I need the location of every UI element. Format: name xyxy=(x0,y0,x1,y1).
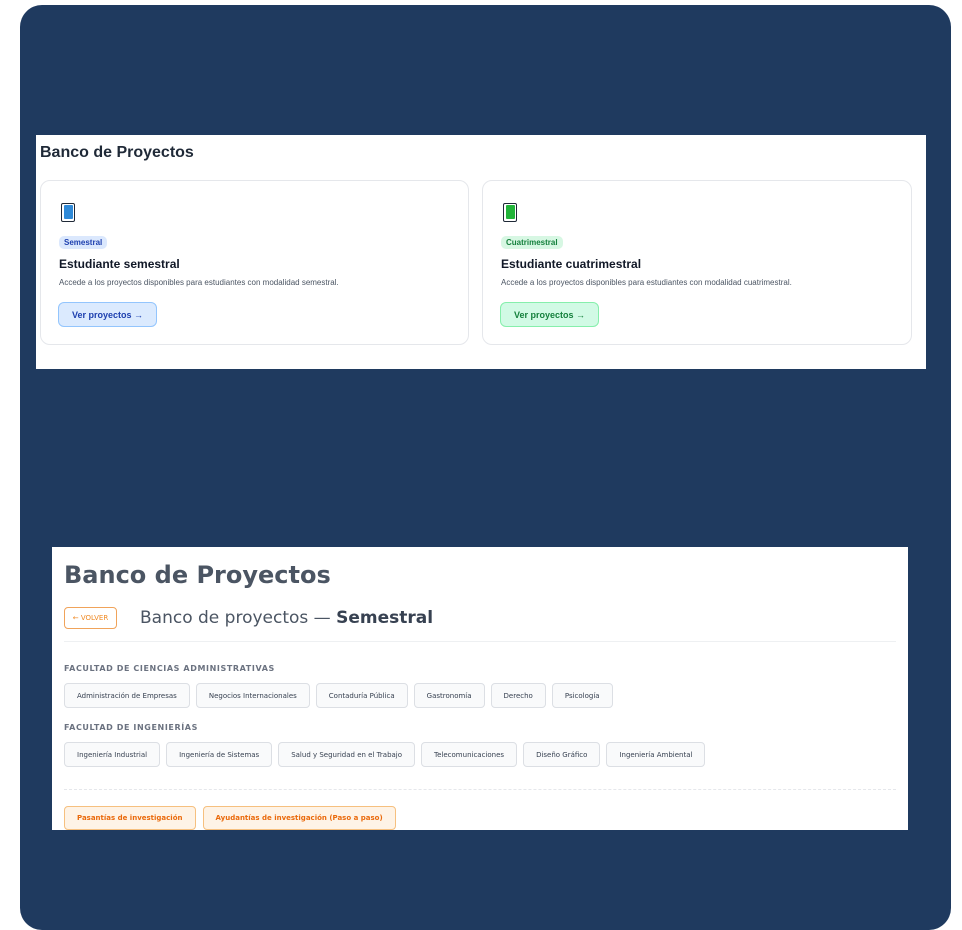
semestral-badge: Semestral xyxy=(59,236,108,249)
ayudantias-button[interactable]: Ayudantías de investigación (Paso a paso… xyxy=(202,806,396,830)
page-title: Banco de Proyectos xyxy=(64,561,331,589)
panel-title: Banco de Proyectos xyxy=(40,144,194,161)
back-button[interactable]: ← VOLVER xyxy=(64,607,117,629)
program-list: Administración de Empresas Negocios Inte… xyxy=(64,683,613,708)
subtitle-prefix: Banco de proyectos — xyxy=(140,608,337,628)
section-subtitle: Banco de proyectos — Semestral xyxy=(140,608,433,628)
program-chip[interactable]: Ingeniería Ambiental xyxy=(606,742,706,767)
program-chip[interactable]: Negocios Internacionales xyxy=(195,683,310,708)
program-chip[interactable]: Psicología xyxy=(551,683,613,708)
faculty-heading: FACULTAD DE INGENIERÍAS xyxy=(64,723,198,732)
program-chip[interactable]: Telecomunicaciones xyxy=(421,742,518,767)
pasantias-button[interactable]: Pasantías de investigación xyxy=(64,806,196,830)
program-chip[interactable]: Ingeniería de Sistemas xyxy=(166,742,273,767)
program-chip[interactable]: Diseño Gráfico xyxy=(523,742,601,767)
program-chip[interactable]: Derecho xyxy=(490,683,546,708)
card-heading: Estudiante semestral xyxy=(59,257,180,271)
ver-proyectos-cuatrimestral-button[interactable]: Ver proyectos → xyxy=(500,302,600,327)
blue-book-icon xyxy=(61,203,75,222)
card-description: Accede a los proyectos disponibles para … xyxy=(59,278,339,287)
student-type-panel: Banco de Proyectos Semestral Estudiante … xyxy=(36,135,926,369)
subtitle-modality: Semestral xyxy=(336,608,434,628)
program-chip[interactable]: Contaduría Pública xyxy=(315,683,408,708)
green-book-icon xyxy=(503,203,517,222)
programs-panel: Banco de Proyectos ← VOLVER Banco de pro… xyxy=(52,547,908,830)
cuatrimestral-card: Cuatrimestral Estudiante cuatrimestral A… xyxy=(482,180,912,345)
program-chip[interactable]: Salud y Seguridad en el Trabajo xyxy=(278,742,416,767)
card-heading: Estudiante cuatrimestral xyxy=(501,257,642,271)
divider xyxy=(64,789,896,790)
faculty-heading: FACULTAD DE CIENCIAS ADMINISTRATIVAS xyxy=(64,664,275,673)
divider xyxy=(64,641,896,642)
card-description: Accede a los proyectos disponibles para … xyxy=(501,278,792,287)
program-list: Ingeniería Industrial Ingeniería de Sist… xyxy=(64,742,706,767)
program-chip[interactable]: Administración de Empresas xyxy=(64,683,190,708)
extra-links: Pasantías de investigación Ayudantías de… xyxy=(64,806,396,830)
semestral-card: Semestral Estudiante semestral Accede a … xyxy=(40,180,469,345)
ver-proyectos-semestral-button[interactable]: Ver proyectos → xyxy=(58,302,158,327)
program-chip[interactable]: Gastronomía xyxy=(413,683,485,708)
program-chip[interactable]: Ingeniería Industrial xyxy=(64,742,161,767)
cuatrimestral-badge: Cuatrimestral xyxy=(501,236,563,249)
